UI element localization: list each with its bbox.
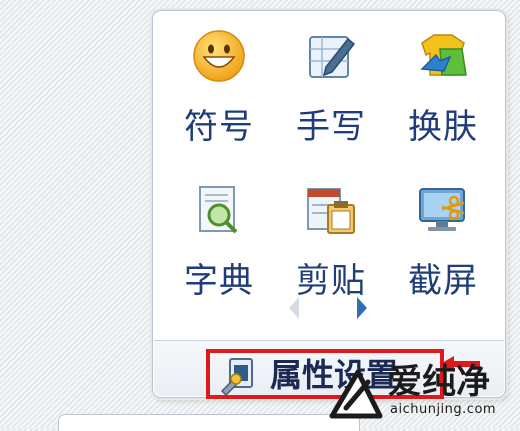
taskbar-panel-edge <box>58 414 360 431</box>
clipboard-icon <box>307 188 355 234</box>
tool-label: 手写 <box>296 107 366 147</box>
toolbox-panel: 符号 手写 换肤 字典 剪贴 截屏 属性设置 <box>152 10 506 399</box>
tool-handwriting[interactable]: 手写 <box>279 29 379 169</box>
prev-page-arrow-icon[interactable] <box>289 297 299 319</box>
tool-screenshot[interactable]: 截屏 <box>391 183 491 323</box>
watermark-url: aichunjing.com <box>390 402 497 417</box>
tool-label: 字典 <box>184 261 254 301</box>
skin-shirt-icon <box>420 34 467 76</box>
handwriting-icon <box>309 36 356 78</box>
smiley-icon <box>193 30 245 82</box>
watermark: 爱纯净 aichunjing.com <box>328 362 516 424</box>
dictionary-icon <box>199 186 238 234</box>
tool-symbol[interactable]: 符号 <box>167 29 267 169</box>
tool-label: 截屏 <box>408 261 478 301</box>
watermark-name: 爱纯净 <box>388 362 490 402</box>
tool-skin[interactable]: 换肤 <box>391 29 491 169</box>
tool-label: 符号 <box>184 107 254 147</box>
aichunjing-logo <box>329 369 383 419</box>
page-nav <box>289 297 367 319</box>
tool-label: 换肤 <box>408 107 478 147</box>
settings-wrench-icon <box>220 358 253 395</box>
tool-dictionary[interactable]: 字典 <box>167 183 267 323</box>
next-page-arrow-icon[interactable] <box>357 297 367 319</box>
screenshot-icon <box>419 188 465 231</box>
